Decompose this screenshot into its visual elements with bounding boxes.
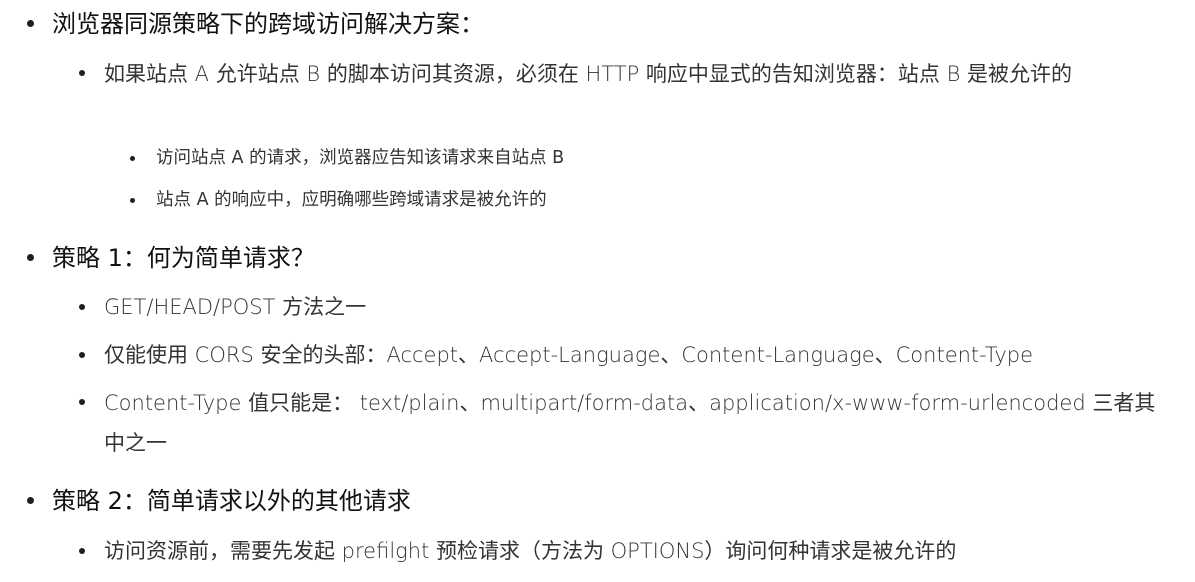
list-item-text: GET/HEAD/POST 方法之一: [104, 295, 367, 319]
bullet-icon: [79, 399, 85, 405]
list-item-text: Content-Type 值只能是： text/plain、multipart/…: [104, 391, 1156, 455]
bullet-icon: [79, 352, 85, 358]
sub-list-item-text: 站点 A 的响应中，应明确哪些跨域请求是被允许的: [156, 190, 547, 210]
list-item-text: 仅能使用 CORS 安全的头部：Accept、Accept-Language、C…: [104, 343, 1034, 367]
sub-list-item: 访问站点 A 的请求，浏览器应告知该请求来自站点 B: [0, 140, 1195, 176]
bullet-icon: [79, 304, 85, 310]
bullet-icon: [130, 156, 135, 161]
bullet-icon: [27, 497, 34, 504]
section-title: 策略 1：何为简单请求？: [52, 244, 315, 272]
bullet-icon: [79, 548, 85, 554]
list-item: 仅能使用 CORS 安全的头部：Accept、Accept-Language、C…: [0, 336, 1195, 374]
section-heading: 浏览器同源策略下的跨域访问解决方案：: [0, 2, 1195, 46]
section-title: 策略 2：简单请求以外的其他请求: [52, 487, 411, 515]
bullet-icon: [27, 254, 34, 261]
section-heading: 策略 1：何为简单请求？: [0, 236, 1195, 280]
list-item-text: 访问资源前，需要先发起 prefilght 预检请求（方法为 OPTIONS）询…: [104, 539, 957, 563]
list-item: Content-Type 值只能是： text/plain、multipart/…: [0, 383, 1195, 463]
list-item: 如果站点 A 允许站点 B 的脚本访问其资源，必须在 HTTP 响应中显式的告知…: [0, 54, 1195, 134]
bullet-icon: [79, 70, 85, 76]
list-item-text: 如果站点 A 允许站点 B 的脚本访问其资源，必须在 HTTP 响应中显式的告知…: [104, 62, 1073, 86]
section-title: 浏览器同源策略下的跨域访问解决方案：: [52, 10, 484, 38]
document-page: 浏览器同源策略下的跨域访问解决方案： 如果站点 A 允许站点 B 的脚本访问其资…: [0, 0, 1195, 582]
list-item: 访问资源前，需要先发起 prefilght 预检请求（方法为 OPTIONS）询…: [0, 532, 1195, 570]
bullet-icon: [27, 20, 34, 27]
list-item: GET/HEAD/POST 方法之一: [0, 288, 1195, 326]
bullet-icon: [130, 198, 135, 203]
sub-list-item-text: 访问站点 A 的请求，浏览器应告知该请求来自站点 B: [156, 148, 565, 168]
sub-list-item: 站点 A 的响应中，应明确哪些跨域请求是被允许的: [0, 182, 1195, 218]
section-heading: 策略 2：简单请求以外的其他请求: [0, 479, 1195, 523]
